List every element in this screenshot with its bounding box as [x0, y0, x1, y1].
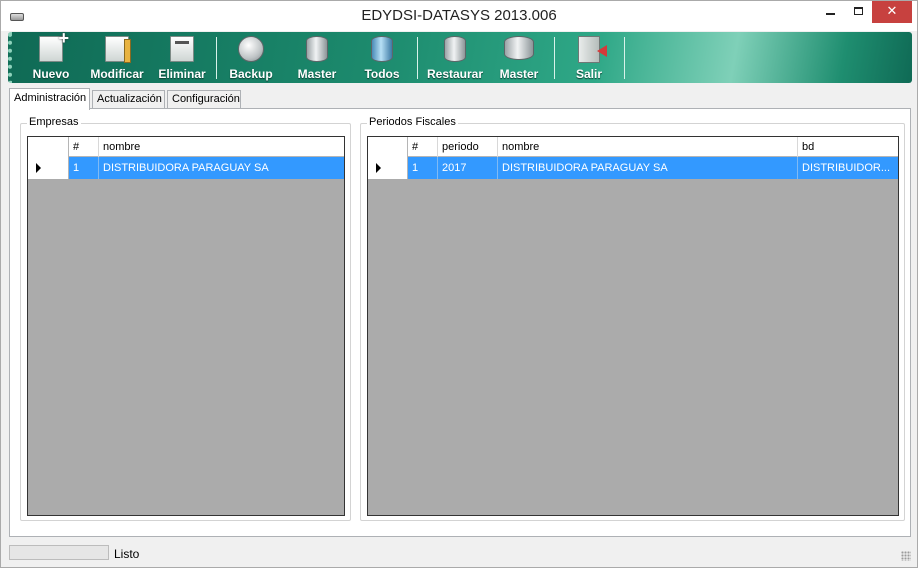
- master-restore-label: Master: [499, 67, 539, 81]
- toolbar-separator: [417, 37, 418, 79]
- cell-periodo[interactable]: 2017: [438, 157, 498, 179]
- toolbar-separator: [624, 37, 625, 79]
- restore-database-icon: [444, 36, 466, 62]
- nuevo-label: Nuevo: [32, 67, 70, 81]
- empresas-group: Empresas # nombre 1 DISTRIBUIDORA PARAGU…: [20, 116, 351, 521]
- tab-actualizacion[interactable]: Actualización: [92, 90, 165, 109]
- table-row[interactable]: 1 DISTRIBUIDORA PARAGUAY SA: [28, 157, 344, 179]
- periodos-group: Periodos Fiscales # periodo nombre bd 1 …: [360, 116, 905, 521]
- master-restore-button[interactable]: Master: [490, 32, 548, 83]
- backup-label: Backup: [229, 67, 273, 81]
- title-bar[interactable]: EDYDSI-DATASYS 2013.006 ✕: [1, 1, 917, 31]
- column-header-num[interactable]: #: [408, 137, 438, 157]
- toolbar: Nuevo Modificar Eliminar Backup Master T…: [8, 28, 912, 83]
- new-document-icon: [39, 28, 69, 62]
- cell-num[interactable]: 1: [408, 157, 438, 179]
- toolbar-separator: [554, 37, 555, 79]
- row-pointer-icon: [376, 163, 381, 173]
- column-header-periodo[interactable]: periodo: [438, 137, 498, 157]
- cell-bd[interactable]: DISTRIBUIDOR...: [798, 157, 898, 179]
- row-header-corner: [28, 137, 69, 157]
- modificar-button[interactable]: Modificar: [86, 32, 148, 83]
- tab-administracion[interactable]: Administración: [9, 88, 90, 110]
- database-icon: [306, 36, 328, 62]
- column-header-nombre[interactable]: nombre: [99, 137, 344, 157]
- cell-num[interactable]: 1: [69, 157, 99, 179]
- periodos-title: Periodos Fiscales: [367, 116, 458, 128]
- empresas-grid[interactable]: # nombre 1 DISTRIBUIDORA PARAGUAY SA: [27, 136, 345, 516]
- main-window: EDYDSI-DATASYS 2013.006 ✕ Nuevo Modifica…: [0, 0, 918, 568]
- database-globe-icon: [371, 36, 393, 62]
- restaurar-button[interactable]: Restaurar: [422, 32, 488, 83]
- database-master-icon: [504, 36, 534, 60]
- edit-document-icon: [105, 36, 131, 63]
- backup-disk-icon: [238, 36, 264, 62]
- delete-document-icon: [170, 36, 194, 62]
- close-button[interactable]: ✕: [872, 1, 912, 23]
- salir-label: Salir: [575, 67, 602, 81]
- modificar-label: Modificar: [90, 67, 144, 81]
- minimize-icon: [825, 13, 835, 15]
- todos-label: Todos: [364, 67, 400, 81]
- salir-button[interactable]: Salir: [564, 32, 614, 83]
- window-title: EDYDSI-DATASYS 2013.006: [361, 7, 557, 24]
- column-header-bd[interactable]: bd: [798, 137, 898, 157]
- empresas-title: Empresas: [27, 116, 81, 128]
- close-icon: ✕: [886, 3, 898, 18]
- minimize-button[interactable]: [816, 1, 844, 23]
- eliminar-label: Eliminar: [158, 67, 206, 81]
- resize-grip-icon[interactable]: [901, 551, 911, 561]
- row-selector[interactable]: [368, 157, 408, 179]
- periodos-grid[interactable]: # periodo nombre bd 1 2017 DISTRIBUIDORA…: [367, 136, 899, 516]
- maximize-icon: [853, 7, 863, 15]
- row-header-corner: [368, 137, 408, 157]
- cell-nombre[interactable]: DISTRIBUIDORA PARAGUAY SA: [99, 157, 344, 179]
- exit-door-icon: [578, 36, 607, 63]
- master-backup-button[interactable]: Master: [290, 32, 344, 83]
- progress-bar: [9, 545, 109, 560]
- periodos-grid-header: # periodo nombre bd: [368, 137, 898, 157]
- todos-button[interactable]: Todos: [355, 32, 409, 83]
- eliminar-button[interactable]: Eliminar: [155, 32, 209, 83]
- table-row[interactable]: 1 2017 DISTRIBUIDORA PARAGUAY SA DISTRIB…: [368, 157, 898, 179]
- restaurar-label: Restaurar: [426, 67, 484, 81]
- master-backup-label: Master: [297, 67, 337, 81]
- column-header-num[interactable]: #: [69, 137, 99, 157]
- nuevo-button[interactable]: Nuevo: [26, 28, 76, 83]
- empresas-grid-header: # nombre: [28, 137, 344, 157]
- toolbar-separator: [216, 37, 217, 79]
- row-selector[interactable]: [28, 157, 69, 179]
- status-bar: Listo: [1, 541, 917, 567]
- row-pointer-icon: [36, 163, 41, 173]
- column-header-nombre[interactable]: nombre: [498, 137, 798, 157]
- maximize-button[interactable]: [844, 1, 872, 23]
- cell-nombre[interactable]: DISTRIBUIDORA PARAGUAY SA: [498, 157, 798, 179]
- tab-page-administracion: Empresas # nombre 1 DISTRIBUIDORA PARAGU…: [9, 108, 911, 537]
- tab-configuracion[interactable]: Configuración: [167, 90, 241, 109]
- backup-button[interactable]: Backup: [224, 32, 278, 83]
- status-text: Listo: [114, 547, 140, 561]
